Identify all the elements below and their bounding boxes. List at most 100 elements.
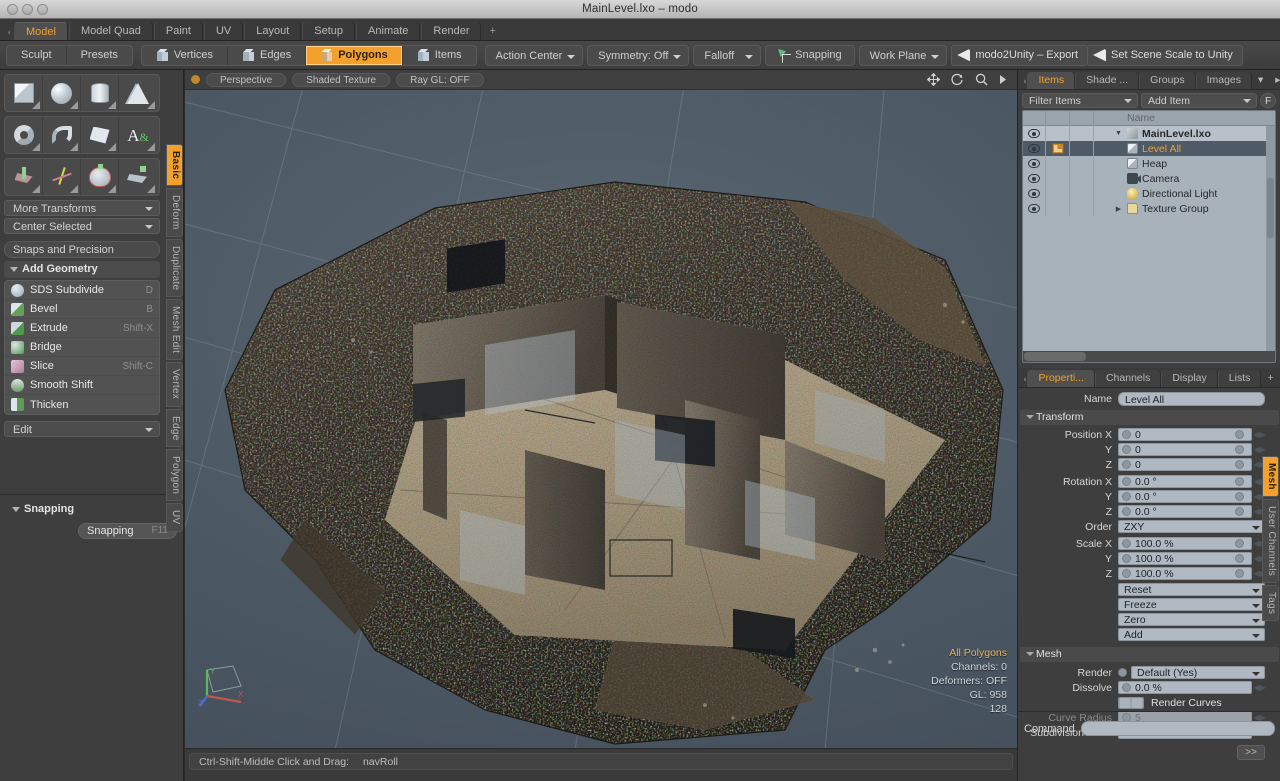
tab-add[interactable]: + bbox=[482, 22, 503, 40]
channel-knob-icon[interactable] bbox=[1235, 460, 1244, 469]
tab-layout[interactable]: Layout bbox=[244, 22, 302, 40]
vtab-deform[interactable]: Deform bbox=[166, 188, 183, 237]
tabbar-handle-icon[interactable]: ◖ bbox=[4, 24, 14, 40]
channel-knob-icon[interactable] bbox=[1235, 539, 1244, 548]
tab-setup[interactable]: Setup bbox=[302, 22, 356, 40]
transform-section-header[interactable]: Transform bbox=[1020, 410, 1279, 425]
falloff-dropdown[interactable]: Falloff bbox=[693, 44, 762, 66]
add-dropdown[interactable]: Add bbox=[1118, 628, 1265, 641]
channel-knob-icon[interactable] bbox=[1122, 539, 1131, 548]
vertices-mode-button[interactable]: Vertices bbox=[142, 45, 229, 65]
item-name-cell[interactable]: Level All bbox=[1094, 141, 1275, 156]
render-curves-checkbox[interactable] bbox=[1118, 696, 1144, 709]
tab-items[interactable]: Items bbox=[1027, 72, 1076, 89]
pan-icon[interactable] bbox=[927, 73, 940, 86]
filter-toggle-button[interactable]: F bbox=[1260, 92, 1276, 108]
table-row[interactable]: Camera bbox=[1023, 171, 1275, 186]
table-row[interactable]: Directional Light bbox=[1023, 186, 1275, 201]
name-input[interactable]: Level All bbox=[1118, 392, 1265, 406]
selection-cell[interactable] bbox=[1046, 126, 1070, 141]
scale-x-input[interactable]: 100.0 % bbox=[1118, 537, 1252, 550]
lock-cell[interactable] bbox=[1070, 171, 1094, 186]
vtab-edge[interactable]: Edge bbox=[166, 408, 183, 448]
spinner-icon[interactable]: ◀▶ bbox=[1253, 429, 1265, 440]
viewport-canvas[interactable]: Y X Z All Polygons Channels: 0 Deformers… bbox=[185, 90, 1017, 748]
channel-knob-icon[interactable] bbox=[1235, 507, 1244, 516]
snaps-and-precision-button[interactable]: Snaps and Precision bbox=[4, 241, 160, 258]
channel-knob-icon[interactable] bbox=[1235, 554, 1244, 563]
vtab-uv[interactable]: UV bbox=[166, 503, 183, 532]
rotation-y-input[interactable]: 0.0 ° bbox=[1118, 490, 1252, 503]
tab-shading[interactable]: Shade ... bbox=[1075, 72, 1140, 89]
add-item-dropdown[interactable]: Add Item bbox=[1141, 92, 1257, 108]
chevron-down-icon[interactable]: ▼ bbox=[1114, 130, 1123, 137]
channel-knob-icon[interactable] bbox=[1122, 430, 1131, 439]
selection-cell[interactable] bbox=[1046, 141, 1070, 156]
table-row[interactable]: ▶ Texture Group bbox=[1023, 201, 1275, 216]
tab-properties[interactable]: Properti... bbox=[1027, 370, 1095, 387]
vtab-basic[interactable]: Basic bbox=[166, 144, 183, 187]
selection-cell[interactable] bbox=[1046, 156, 1070, 171]
reset-dropdown[interactable]: Reset bbox=[1118, 583, 1265, 596]
tab-model[interactable]: Model bbox=[14, 22, 68, 40]
order-dropdown[interactable]: ZXY bbox=[1118, 520, 1265, 533]
tool-slice[interactable]: Slice Shift-C bbox=[5, 357, 159, 376]
table-row[interactable]: ▼ MainLevel.lxo bbox=[1023, 126, 1275, 141]
item-tree-hscrollbar[interactable] bbox=[1023, 351, 1275, 362]
channel-knob-icon[interactable] bbox=[1122, 445, 1131, 454]
lock-cell[interactable] bbox=[1070, 201, 1094, 216]
scale-y-input[interactable]: 100.0 % bbox=[1118, 552, 1252, 565]
rotation-x-input[interactable]: 0.0 ° bbox=[1118, 475, 1252, 488]
scale-z-input[interactable]: 100.0 % bbox=[1118, 567, 1252, 580]
item-tree[interactable]: Name ▼ MainLevel.lxo Level All Heap Came… bbox=[1022, 110, 1276, 363]
play-icon[interactable] bbox=[999, 74, 1008, 85]
visibility-toggle[interactable] bbox=[1023, 186, 1046, 201]
tab-groups[interactable]: Groups bbox=[1139, 72, 1196, 89]
position-x-input[interactable]: 0 bbox=[1118, 428, 1252, 441]
more-transforms-dropdown[interactable]: More Transforms bbox=[4, 200, 160, 216]
spinner-icon[interactable]: ◀▶ bbox=[1253, 444, 1265, 455]
presets-button[interactable]: Presets bbox=[67, 46, 132, 65]
channel-knob-icon[interactable] bbox=[1122, 569, 1131, 578]
lock-cell[interactable] bbox=[1070, 126, 1094, 141]
channel-knob-icon[interactable] bbox=[1122, 460, 1131, 469]
vtab-mesh[interactable]: Mesh bbox=[1262, 456, 1279, 497]
tab-model-quad[interactable]: Model Quad bbox=[68, 22, 153, 40]
sculpt-button[interactable]: Sculpt bbox=[7, 45, 67, 65]
dissolve-input[interactable]: 0.0 % bbox=[1118, 681, 1252, 694]
tool-smooth-shift[interactable]: Smooth Shift bbox=[5, 376, 159, 395]
vtab-polygon[interactable]: Polygon bbox=[166, 449, 183, 502]
viewport-shading-selector[interactable]: Shaded Texture bbox=[292, 72, 391, 87]
channel-knob-icon[interactable] bbox=[1118, 668, 1127, 677]
viewport-3d[interactable]: Perspective Shaded Texture Ray GL: OFF Y… bbox=[185, 70, 1017, 748]
snapping-toggle-button[interactable]: Snapping F11 bbox=[78, 523, 177, 539]
rotation-z-input[interactable]: 0.0 ° bbox=[1118, 505, 1252, 518]
tabbar-next-icon[interactable]: ▸ bbox=[1269, 72, 1280, 89]
position-z-input[interactable]: 0 bbox=[1118, 458, 1252, 471]
channel-knob-icon[interactable] bbox=[1235, 569, 1244, 578]
table-row[interactable]: Heap bbox=[1023, 156, 1275, 171]
curve-tool-button[interactable] bbox=[43, 117, 81, 153]
table-row[interactable]: Level All bbox=[1023, 141, 1275, 156]
tab-render[interactable]: Render bbox=[421, 22, 482, 40]
visibility-toggle[interactable] bbox=[1023, 156, 1046, 171]
item-name-cell[interactable]: Camera bbox=[1094, 171, 1275, 186]
channel-knob-icon[interactable] bbox=[1235, 492, 1244, 501]
level-mesh-render[interactable] bbox=[185, 90, 1017, 748]
visibility-toggle[interactable] bbox=[1023, 201, 1046, 216]
channel-knob-icon[interactable] bbox=[1122, 507, 1131, 516]
item-tree-vscrollbar[interactable] bbox=[1266, 126, 1275, 351]
rotate-icon[interactable] bbox=[951, 73, 964, 86]
add-geometry-header[interactable]: Add Geometry bbox=[4, 261, 160, 278]
scale-tool-button[interactable] bbox=[81, 159, 119, 195]
work-plane-dropdown[interactable]: Work Plane bbox=[858, 44, 948, 66]
channel-knob-icon[interactable] bbox=[1235, 477, 1244, 486]
tool-bevel[interactable]: Bevel B bbox=[5, 300, 159, 319]
tab-display[interactable]: Display bbox=[1161, 370, 1218, 387]
command-input[interactable] bbox=[1080, 721, 1275, 736]
zoom-icon[interactable] bbox=[975, 73, 988, 86]
tab-paint[interactable]: Paint bbox=[153, 22, 203, 40]
rotate-tool-button[interactable] bbox=[43, 159, 81, 195]
tab-add[interactable]: + bbox=[1261, 370, 1279, 387]
polygons-mode-button[interactable]: Polygons bbox=[306, 45, 403, 65]
